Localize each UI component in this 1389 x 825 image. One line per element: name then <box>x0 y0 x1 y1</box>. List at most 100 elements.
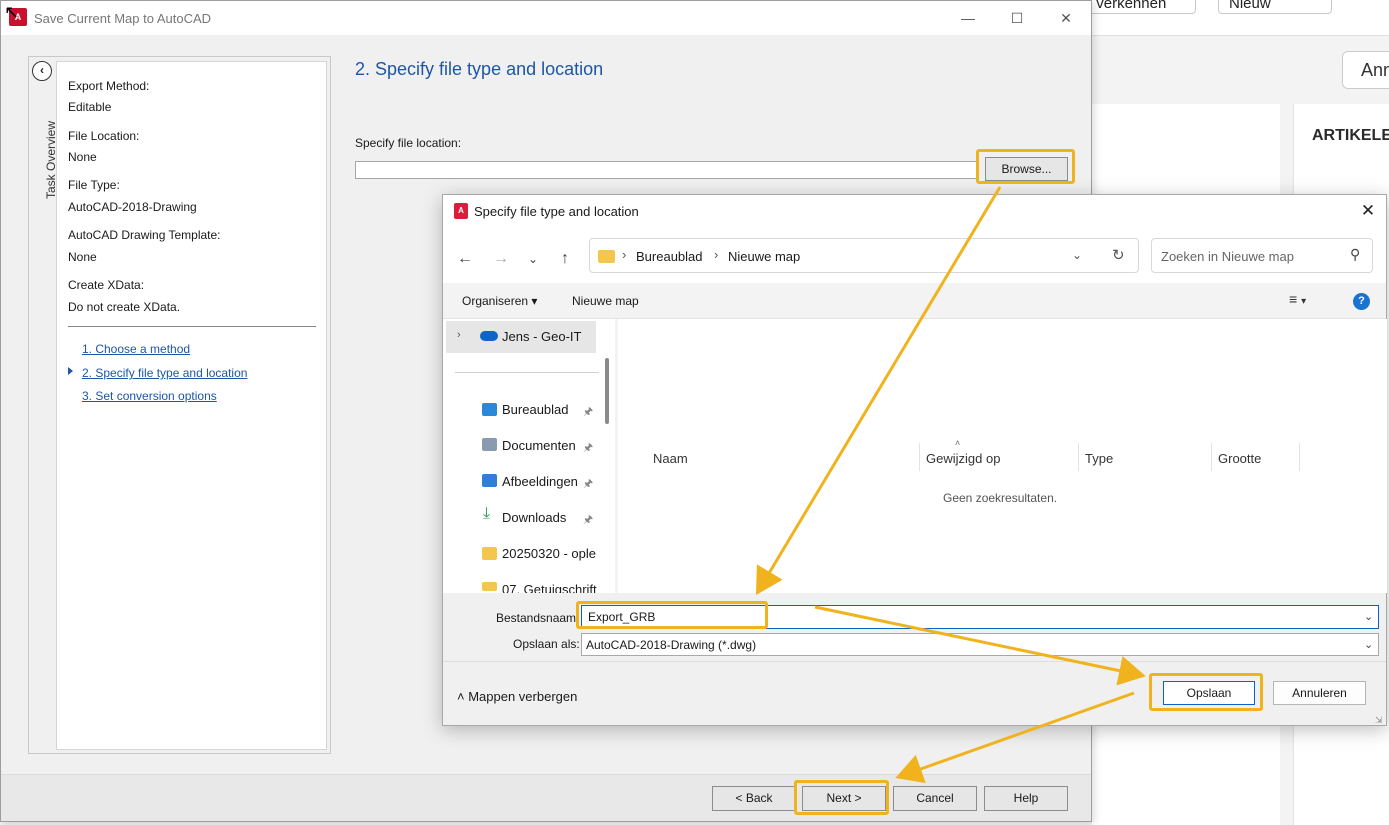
bottom-divider <box>443 661 1386 662</box>
export-method-value: Editable <box>68 100 112 114</box>
dialog-title: Save Current Map to AutoCAD <box>34 11 212 26</box>
highlight-filename <box>576 601 768 629</box>
search-placeholder: Zoeken in Nieuwe map <box>1161 249 1294 264</box>
autocad-app-icon: A <box>454 203 468 219</box>
nav-item-documents[interactable]: Documenten <box>502 438 576 453</box>
file-list-area[interactable]: ˄ Naam Gewijzigd op Type Grootte Geen zo… <box>618 319 1387 593</box>
maximize-icon[interactable]: ☐ <box>1002 7 1032 29</box>
breadcrumb-desktop[interactable]: Bureaublad <box>636 249 703 264</box>
collapse-panel-button[interactable]: ‹ <box>32 61 52 81</box>
file-save-dialog: A Specify file type and location ✕ ← → ⌄… <box>442 194 1387 726</box>
download-icon: ⤓ <box>483 505 491 522</box>
up-arrow-icon[interactable]: ↑ <box>553 247 577 271</box>
column-divider[interactable] <box>919 443 920 471</box>
search-input[interactable]: Zoeken in Nieuwe map ⚲ <box>1151 238 1373 273</box>
task-overview-panel: ‹ Task Overview Export Method: Editable … <box>28 56 331 754</box>
mouse-cursor-icon: ↖ <box>4 2 20 22</box>
sort-ascending-icon: ˄ <box>955 438 961 448</box>
minimize-icon[interactable]: — <box>953 7 983 29</box>
resize-grip-icon[interactable]: ⇲ <box>1375 715 1383 726</box>
nav-item-downloads[interactable]: Downloads <box>502 510 566 525</box>
bg-section-title: ARTIKELEI <box>1312 127 1389 144</box>
cancel-file-dialog-button[interactable]: Annuleren <box>1273 681 1366 705</box>
column-header-modified[interactable]: Gewijzigd op <box>926 451 1000 466</box>
search-icon: ⚲ <box>1350 246 1361 262</box>
back-button[interactable]: < Back <box>712 786 796 811</box>
view-options-button[interactable]: ≡ ▾ <box>1289 291 1306 307</box>
pin-icon: 🖈 <box>583 442 594 454</box>
breadcrumb-chevron-icon[interactable]: › <box>622 247 626 262</box>
refresh-icon[interactable]: ↻ <box>1112 246 1125 264</box>
nav-divider <box>455 372 599 373</box>
new-folder-button[interactable]: Nieuwe map <box>572 294 639 308</box>
help-button[interactable]: Help <box>984 786 1068 811</box>
file-dialog-title: Specify file type and location <box>474 204 639 219</box>
active-step-marker-icon <box>68 367 73 375</box>
chevron-up-icon: ˄ <box>457 689 465 704</box>
breadcrumb-chevron-icon[interactable]: › <box>714 247 718 262</box>
bg-new-button[interactable]: Nieuw <box>1218 0 1332 14</box>
hide-folders-label: Mappen verbergen <box>468 689 578 704</box>
recent-locations-chevron-icon[interactable]: ⌄ <box>521 247 545 271</box>
hide-folders-toggle[interactable]: ˄ Mappen verbergen <box>457 689 577 704</box>
bg-ann-button[interactable]: Ann <box>1342 51 1389 89</box>
column-divider[interactable] <box>1211 443 1212 471</box>
breadcrumb-new-folder[interactable]: Nieuwe map <box>728 249 800 264</box>
forward-arrow-icon[interactable]: → <box>489 247 513 271</box>
file-type-value: AutoCAD-2018-Drawing <box>68 200 197 214</box>
onedrive-cloud-icon <box>480 331 498 341</box>
step-link-choose-method[interactable]: 1. Choose a method <box>82 342 190 356</box>
desktop-icon <box>482 403 497 416</box>
file-dialog-titlebar: A Specify file type and location ✕ <box>443 195 1386 227</box>
file-location-summary-value: None <box>68 150 97 164</box>
list-view-icon: ≡ <box>1289 291 1298 307</box>
column-header-type[interactable]: Type <box>1085 451 1113 466</box>
column-divider[interactable] <box>1299 443 1300 471</box>
step-heading: 2. Specify file type and location <box>355 59 604 79</box>
nav-item-desktop[interactable]: Bureaublad <box>502 402 569 417</box>
step-link-file-location[interactable]: 2. Specify file type and location <box>82 366 247 380</box>
expand-chevron-icon[interactable]: › <box>457 329 461 341</box>
close-icon[interactable]: ✕ <box>1051 7 1081 29</box>
chevron-down-icon[interactable]: ⌄ <box>1364 610 1373 623</box>
save-as-type-label: Opslaan als: <box>513 637 580 651</box>
highlight-save <box>1149 673 1263 711</box>
pin-icon: 🖈 <box>583 406 594 418</box>
save-as-type-value: AutoCAD-2018-Drawing (*.dwg) <box>586 638 757 652</box>
background-topbar: Abonnement verkennen Nieuw <box>996 0 1389 36</box>
file-dialog-close-icon[interactable]: ✕ <box>1355 201 1381 221</box>
dialog-titlebar: A Save Current Map to AutoCAD — ☐ ✕ <box>1 1 1091 35</box>
image-icon <box>482 474 497 487</box>
back-arrow-icon[interactable]: ← <box>453 247 477 271</box>
step-link-conversion-options[interactable]: 3. Set conversion options <box>82 389 217 403</box>
column-header-size[interactable]: Grootte <box>1218 451 1261 466</box>
template-value: None <box>68 250 97 264</box>
chevron-down-icon: ▾ <box>1301 296 1307 307</box>
nav-item-folder-20250320[interactable]: 20250320 - ople <box>502 546 596 561</box>
navigation-scrollbar[interactable] <box>605 358 609 424</box>
export-method-label: Export Method: <box>68 79 150 93</box>
file-location-label: Specify file location: <box>355 136 462 150</box>
filename-label: Bestandsnaam: <box>496 611 580 625</box>
highlight-next <box>794 780 889 815</box>
pin-icon: 🖈 <box>583 514 594 526</box>
onedrive-label[interactable]: Jens - Geo-IT <box>502 329 581 344</box>
organize-menu-button[interactable]: Organiseren ▾ <box>462 294 537 308</box>
template-label: AutoCAD Drawing Template: <box>68 228 221 242</box>
address-dropdown-icon[interactable]: ⌄ <box>1072 248 1082 262</box>
nav-item-pictures[interactable]: Afbeeldingen <box>502 474 578 489</box>
organize-label: Organiseren <box>462 294 529 308</box>
help-icon[interactable]: ? <box>1353 293 1370 310</box>
folder-icon <box>598 250 615 263</box>
save-as-type-select[interactable]: AutoCAD-2018-Drawing (*.dwg) ⌄ <box>581 633 1379 656</box>
cancel-button[interactable]: Cancel <box>893 786 977 811</box>
xdata-value: Do not create XData. <box>68 300 181 314</box>
address-bar[interactable]: › Bureaublad › Nieuwe map ⌄ ↻ <box>589 238 1139 273</box>
file-location-summary-label: File Location: <box>68 129 140 143</box>
column-header-name[interactable]: Naam <box>653 451 688 466</box>
column-divider[interactable] <box>1078 443 1079 471</box>
chevron-down-icon[interactable]: ⌄ <box>1364 638 1373 651</box>
nav-item-folder-getuigschrift[interactable]: 07. Getuigschrift <box>502 582 597 593</box>
file-location-input[interactable] <box>355 161 979 179</box>
pin-icon: 🖈 <box>583 478 594 490</box>
